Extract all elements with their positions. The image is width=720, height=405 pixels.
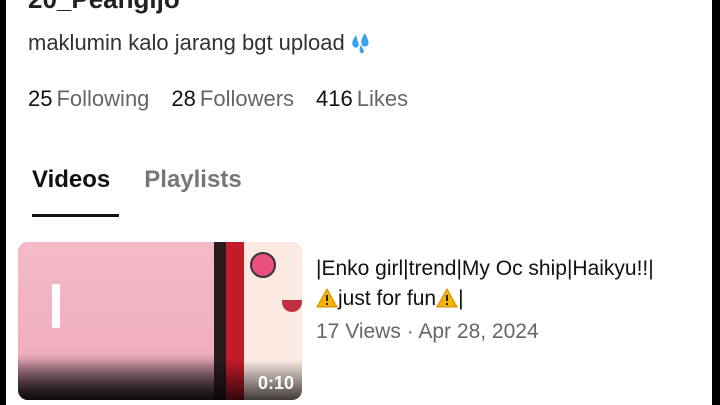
- profile-username: 20_Peangijo: [28, 0, 180, 15]
- bio-text: maklumin kalo jarang bgt upload: [28, 30, 345, 55]
- meta-separator: ·: [406, 320, 414, 343]
- warning-icon: [316, 287, 338, 308]
- stat-following-label: Following: [56, 86, 150, 111]
- thumbnail-character-eye: [250, 252, 276, 278]
- video-thumbnail[interactable]: 0:10: [18, 242, 302, 400]
- profile-bio: maklumin kalo jarang bgt upload: [28, 30, 374, 56]
- stat-followers-count: 28: [171, 86, 196, 111]
- stat-followers-label: Followers: [199, 86, 295, 111]
- tab-videos-label: Videos: [32, 166, 111, 193]
- video-title-line2: just for fun: [338, 287, 437, 310]
- video-list-item[interactable]: 0:10 |Enko girl|trend|My Oc ship|Haikyu!…: [18, 242, 718, 402]
- tab-playlists[interactable]: Playlists: [144, 166, 241, 208]
- tab-playlists-label: Playlists: [144, 166, 242, 193]
- video-meta: 17 Views · Apr 28, 2024: [316, 320, 539, 344]
- active-tab-indicator: [32, 214, 119, 217]
- stat-likes-label: Likes: [356, 86, 409, 111]
- left-border: [0, 0, 6, 405]
- video-title-line2-end: |: [458, 287, 464, 310]
- video-title[interactable]: |Enko girl|trend|My Oc ship|Haikyu!!| ju…: [316, 254, 716, 314]
- stat-following[interactable]: 25 Following: [28, 86, 149, 112]
- thumbnail-text-cursor: [52, 284, 60, 328]
- tab-videos[interactable]: Videos: [32, 166, 119, 217]
- video-date: Apr 28, 2024: [418, 320, 539, 343]
- content-tabs: Videos Playlists: [32, 166, 276, 217]
- stat-likes: 416 Likes: [316, 86, 408, 112]
- stat-followers[interactable]: 28 Followers: [171, 86, 294, 112]
- video-title-line1: |Enko girl|trend|My Oc ship|Haikyu!!|: [316, 257, 654, 280]
- video-views: 17 Views: [316, 320, 401, 343]
- profile-stats: 25 Following 28 Followers 416 Likes: [28, 86, 430, 112]
- stat-likes-count: 416: [316, 86, 353, 111]
- sweat-droplets-icon: [348, 31, 374, 55]
- video-duration: 0:10: [257, 373, 294, 393]
- stat-following-count: 25: [28, 86, 53, 111]
- warning-icon: [436, 287, 458, 308]
